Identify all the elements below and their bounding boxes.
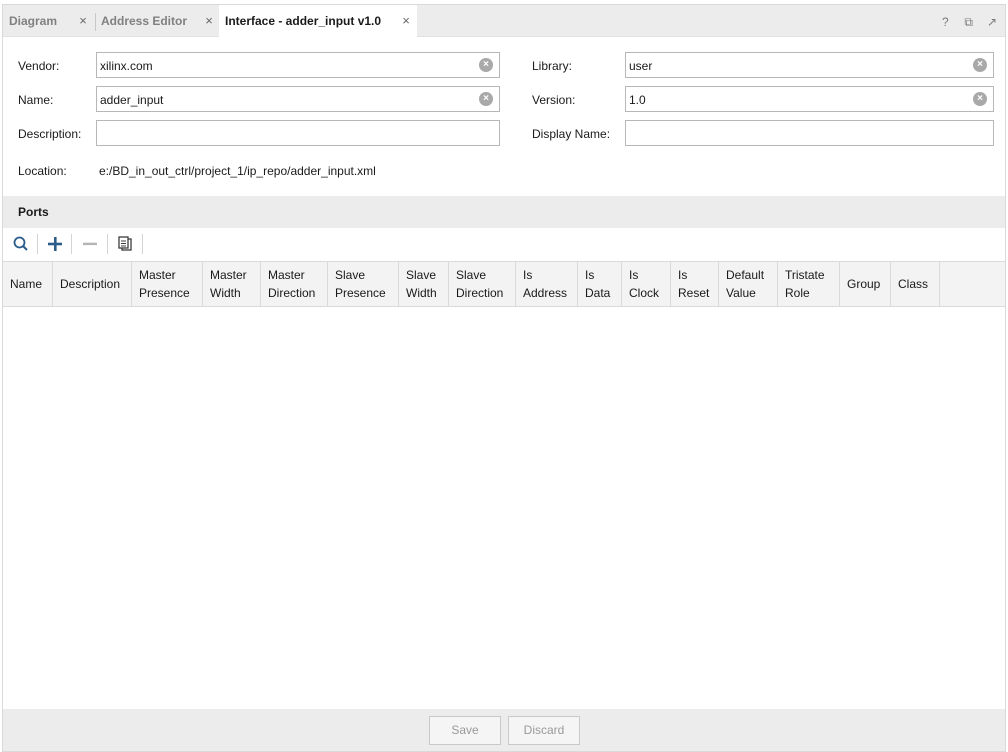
tab-label: Address Editor	[101, 14, 188, 28]
column-header[interactable]: Description	[53, 262, 132, 307]
version-field[interactable]: 1.0 ×	[625, 86, 994, 112]
save-button[interactable]: Save	[429, 716, 501, 745]
close-icon[interactable]: ×	[77, 14, 89, 27]
tab-label: Interface - adder_input v1.0	[225, 14, 382, 28]
add-icon[interactable]	[45, 234, 65, 254]
restore-icon[interactable]: ⧉	[962, 15, 976, 29]
tab-address-editor[interactable]: Address Editor ×	[95, 5, 217, 37]
column-header-label: Role	[785, 286, 810, 300]
clear-icon[interactable]: ×	[479, 92, 493, 106]
tab-diagram[interactable]: Diagram ×	[3, 5, 95, 37]
footer-bar: Save Discard	[3, 709, 1005, 751]
version-value: 1.0	[629, 93, 646, 107]
close-icon[interactable]: ×	[400, 14, 412, 27]
name-label: Name:	[18, 93, 54, 107]
library-label: Library:	[532, 59, 573, 73]
clear-icon[interactable]: ×	[973, 58, 987, 72]
column-header[interactable]: Slave Presence	[328, 262, 399, 307]
column-header[interactable]: Master Presence	[132, 262, 203, 307]
column-header[interactable]: Is Address	[516, 262, 578, 307]
column-header[interactable]: Name	[3, 262, 53, 307]
column-header-label: Presence	[139, 286, 190, 300]
interface-properties-form: Vendor: xilinx.com × Name: adder_input ×…	[3, 38, 1005, 196]
display-name-label: Display Name:	[532, 127, 611, 141]
column-header-label: Group	[847, 277, 881, 291]
column-header-label: Width	[210, 286, 241, 300]
copy-icon[interactable]	[115, 234, 135, 254]
column-header-label: Reset	[678, 286, 710, 300]
toolbar-divider	[71, 234, 72, 254]
column-header-label: Slave	[406, 268, 437, 282]
column-header[interactable]: Is Data	[578, 262, 622, 307]
toolbar-divider	[142, 234, 143, 254]
column-header-label: Clock	[629, 286, 660, 300]
ports-toolbar	[3, 228, 1005, 260]
column-header-label: Default	[726, 268, 765, 282]
column-header-label: Slave	[456, 268, 487, 282]
ports-section-header: Ports	[3, 196, 1005, 228]
toolbar-divider	[107, 234, 108, 254]
tab-label: Diagram	[9, 14, 58, 28]
column-header[interactable]: Master Width	[203, 262, 261, 307]
ports-table-header: Name Description Master Presence Master Width…	[3, 261, 1005, 307]
column-header-label: Presence	[335, 286, 386, 300]
column-header-label: Value	[726, 286, 756, 300]
location-value: e:/BD_in_out_ctrl/project_1/ip_repo/adde…	[99, 164, 376, 178]
clear-icon[interactable]: ×	[973, 92, 987, 106]
column-header[interactable]: Tristate Role	[778, 262, 840, 307]
search-icon[interactable]	[11, 234, 31, 254]
location-label: Location:	[18, 164, 67, 178]
name-field[interactable]: adder_input ×	[96, 86, 500, 112]
library-value: user	[629, 59, 653, 73]
column-header-label: Direction	[456, 286, 504, 300]
name-value: adder_input	[100, 93, 164, 107]
undock-icon[interactable]: ↗	[985, 15, 999, 29]
column-header[interactable]: Default Value	[719, 262, 778, 307]
toolbar-divider	[37, 234, 38, 254]
close-icon[interactable]: ×	[203, 14, 215, 27]
column-header[interactable]: Slave Width	[399, 262, 449, 307]
tab-bar: Diagram × Address Editor × Interface - a…	[3, 5, 1005, 37]
version-label: Version:	[532, 93, 576, 107]
column-header-label: Master	[139, 268, 176, 282]
column-header-label: Description	[60, 277, 121, 291]
description-field[interactable]	[96, 120, 500, 146]
tab-interface-adder-input[interactable]: Interface - adder_input v1.0 ×	[219, 5, 417, 37]
window-controls: ? ⧉ ↗	[932, 15, 999, 29]
vendor-value: xilinx.com	[100, 59, 153, 73]
description-label: Description:	[18, 127, 82, 141]
display-name-field[interactable]	[625, 120, 994, 146]
column-header-label: Slave	[335, 268, 366, 282]
column-header[interactable]: Is Reset	[671, 262, 719, 307]
ports-table: Name Description Master Presence Master Width…	[3, 261, 1005, 709]
column-header-label: Is	[523, 268, 533, 282]
interface-editor-window: Diagram × Address Editor × Interface - a…	[2, 4, 1006, 752]
column-header[interactable]: Class	[891, 262, 940, 307]
remove-icon[interactable]	[80, 234, 100, 254]
column-header[interactable]: Slave Direction	[449, 262, 516, 307]
column-header-label: Master	[210, 268, 247, 282]
column-header[interactable]: Master Direction	[261, 262, 328, 307]
column-header-label: Direction	[268, 286, 316, 300]
column-header-label: Is	[629, 268, 639, 282]
help-icon[interactable]: ?	[938, 15, 952, 29]
ports-title: Ports	[18, 205, 49, 219]
vendor-label: Vendor:	[18, 59, 60, 73]
discard-button[interactable]: Discard	[508, 716, 580, 745]
library-field[interactable]: user ×	[625, 52, 994, 78]
column-header-label: Master	[268, 268, 305, 282]
clear-icon[interactable]: ×	[479, 58, 493, 72]
vendor-field[interactable]: xilinx.com ×	[96, 52, 500, 78]
column-header-label: Data	[585, 286, 611, 300]
column-header-label: Is	[585, 268, 595, 282]
column-header-label: Is	[678, 268, 688, 282]
column-header-label: Name	[10, 277, 43, 291]
column-header-label: Tristate	[785, 268, 825, 282]
column-header[interactable]: Group	[840, 262, 891, 307]
column-header-label: Width	[406, 286, 437, 300]
column-header[interactable]: Is Clock	[622, 262, 671, 307]
column-header-label: Class	[898, 277, 929, 291]
column-header-label: Address	[523, 286, 568, 300]
